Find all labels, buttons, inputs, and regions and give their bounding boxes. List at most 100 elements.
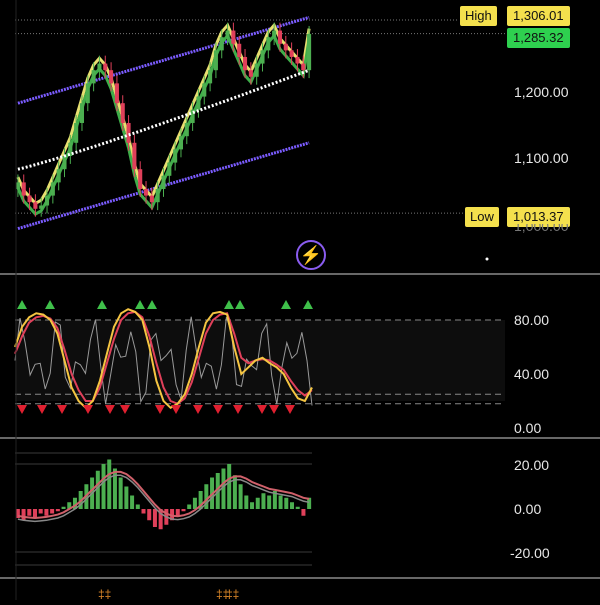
candle-body <box>167 162 172 176</box>
event-marker: ‡‡ <box>98 587 111 600</box>
macd-histogram-bar <box>27 509 32 516</box>
chart-canvas[interactable]: ‡‡ ‡‡ ‡‡ High 1,306.01 1,285.32 Low 1,013.… <box>0 0 600 601</box>
sell-signal-triangle <box>83 405 93 414</box>
sell-signal-triangle <box>257 405 267 414</box>
candle-body <box>120 103 125 123</box>
price-pane <box>15 15 505 231</box>
lightning-icon[interactable]: ⚡ <box>296 240 326 270</box>
stoch-axis-label-40: 40.00 <box>514 366 550 382</box>
sell-signal-triangle <box>155 405 165 414</box>
event-marker: ‡‡ <box>226 587 239 600</box>
stoch-axis-label-0: 0.00 <box>514 420 542 436</box>
candle-body <box>155 188 160 203</box>
sell-signal-triangle <box>213 405 223 414</box>
sell-signal-triangle <box>105 405 115 414</box>
low-label: Low <box>465 207 499 227</box>
buy-signal-triangle <box>45 300 55 309</box>
high-value: 1,306.01 <box>507 6 570 26</box>
candle-body <box>21 182 26 196</box>
macd-histogram-bar <box>152 509 157 527</box>
buy-signal-triangle <box>235 300 245 309</box>
candle-body <box>254 63 259 77</box>
sell-signal-triangle <box>57 405 67 414</box>
candle-body <box>97 63 102 71</box>
candle-body <box>173 149 178 163</box>
candle-body <box>138 169 143 189</box>
candle-body <box>149 195 154 203</box>
candle-body <box>196 96 201 110</box>
candle-body <box>283 43 288 51</box>
sell-signal-triangle <box>193 405 203 414</box>
candle-body <box>242 56 248 71</box>
macd-histogram-bar <box>175 509 180 516</box>
buy-signal-triangle <box>17 300 27 309</box>
macd-histogram-bar <box>284 497 289 509</box>
macd-histogram-bar <box>50 509 55 514</box>
macd-histogram-bar <box>101 464 106 509</box>
candle-body <box>219 37 224 51</box>
high-label: High <box>460 6 497 26</box>
pane-dividers: ‡‡ ‡‡‡‡ <box>0 0 600 601</box>
upper-envelope-band <box>17 15 310 105</box>
last-price-value: 1,285.32 <box>507 28 570 48</box>
macd-histogram-bar <box>21 509 26 521</box>
macd-axis-label-20: 20.00 <box>514 457 550 473</box>
chart-svg[interactable]: ‡‡ ‡‡‡‡ <box>0 0 600 601</box>
price-axis-label-1100: 1,100.00 <box>514 150 569 166</box>
macd-histogram-bar <box>44 509 49 516</box>
marker-dot <box>485 257 489 261</box>
candle-body <box>126 122 131 143</box>
buy-signal-triangle <box>281 300 291 309</box>
sell-signal-triangle <box>17 405 27 414</box>
candle-body <box>44 195 50 206</box>
macd-histogram-bar <box>301 509 306 516</box>
buy-signal-triangle <box>224 300 234 309</box>
candle-body <box>266 37 271 51</box>
macd-histogram-bar <box>238 484 243 509</box>
candle-body <box>79 103 85 123</box>
candle-body <box>248 70 253 77</box>
candle-body <box>103 63 108 71</box>
macd-histogram-bar <box>295 506 300 509</box>
macd-histogram-bar <box>147 509 152 521</box>
macd-axis-label-minus20: -20.00 <box>510 545 550 561</box>
candle-body <box>213 50 218 71</box>
macd-histogram-bar <box>55 509 60 512</box>
macd-histogram-bar <box>261 493 266 509</box>
candle-body <box>143 188 149 196</box>
macd-histogram-bar <box>181 509 186 512</box>
candle-body <box>85 83 90 104</box>
candle-body <box>184 122 189 137</box>
macd-histogram-bar <box>244 495 249 509</box>
buy-signal-triangle <box>147 300 157 309</box>
macd-pane <box>15 452 312 566</box>
candle-body <box>114 83 119 104</box>
candle-body <box>202 83 207 97</box>
buy-signal-triangle <box>97 300 107 309</box>
price-axis-label-1200: 1,200.00 <box>514 84 569 100</box>
macd-histogram-bar <box>290 502 295 509</box>
macd-histogram-bar <box>61 506 66 509</box>
candle-body <box>277 30 283 44</box>
macd-histogram-bar <box>227 464 232 509</box>
candle-body <box>91 70 96 84</box>
candle-body <box>231 30 236 44</box>
macd-histogram-bar <box>130 495 135 509</box>
candle-body <box>178 136 184 150</box>
macd-histogram-bar <box>278 495 283 509</box>
candle-body <box>62 155 67 170</box>
candle-body <box>301 63 306 71</box>
macd-histogram-bar <box>124 486 129 509</box>
macd-histogram-bar <box>267 495 272 509</box>
candle-body <box>307 33 312 71</box>
candle-body <box>208 70 213 84</box>
candle-body <box>50 182 55 196</box>
buy-signal-triangle <box>135 300 145 309</box>
macd-histogram-bar <box>141 509 146 514</box>
candle-body <box>237 43 242 57</box>
sell-signal-triangle <box>171 405 181 414</box>
sell-signal-triangle <box>269 405 279 414</box>
candle-body <box>225 30 230 38</box>
candle-body <box>27 195 32 203</box>
candle-body <box>39 205 44 209</box>
